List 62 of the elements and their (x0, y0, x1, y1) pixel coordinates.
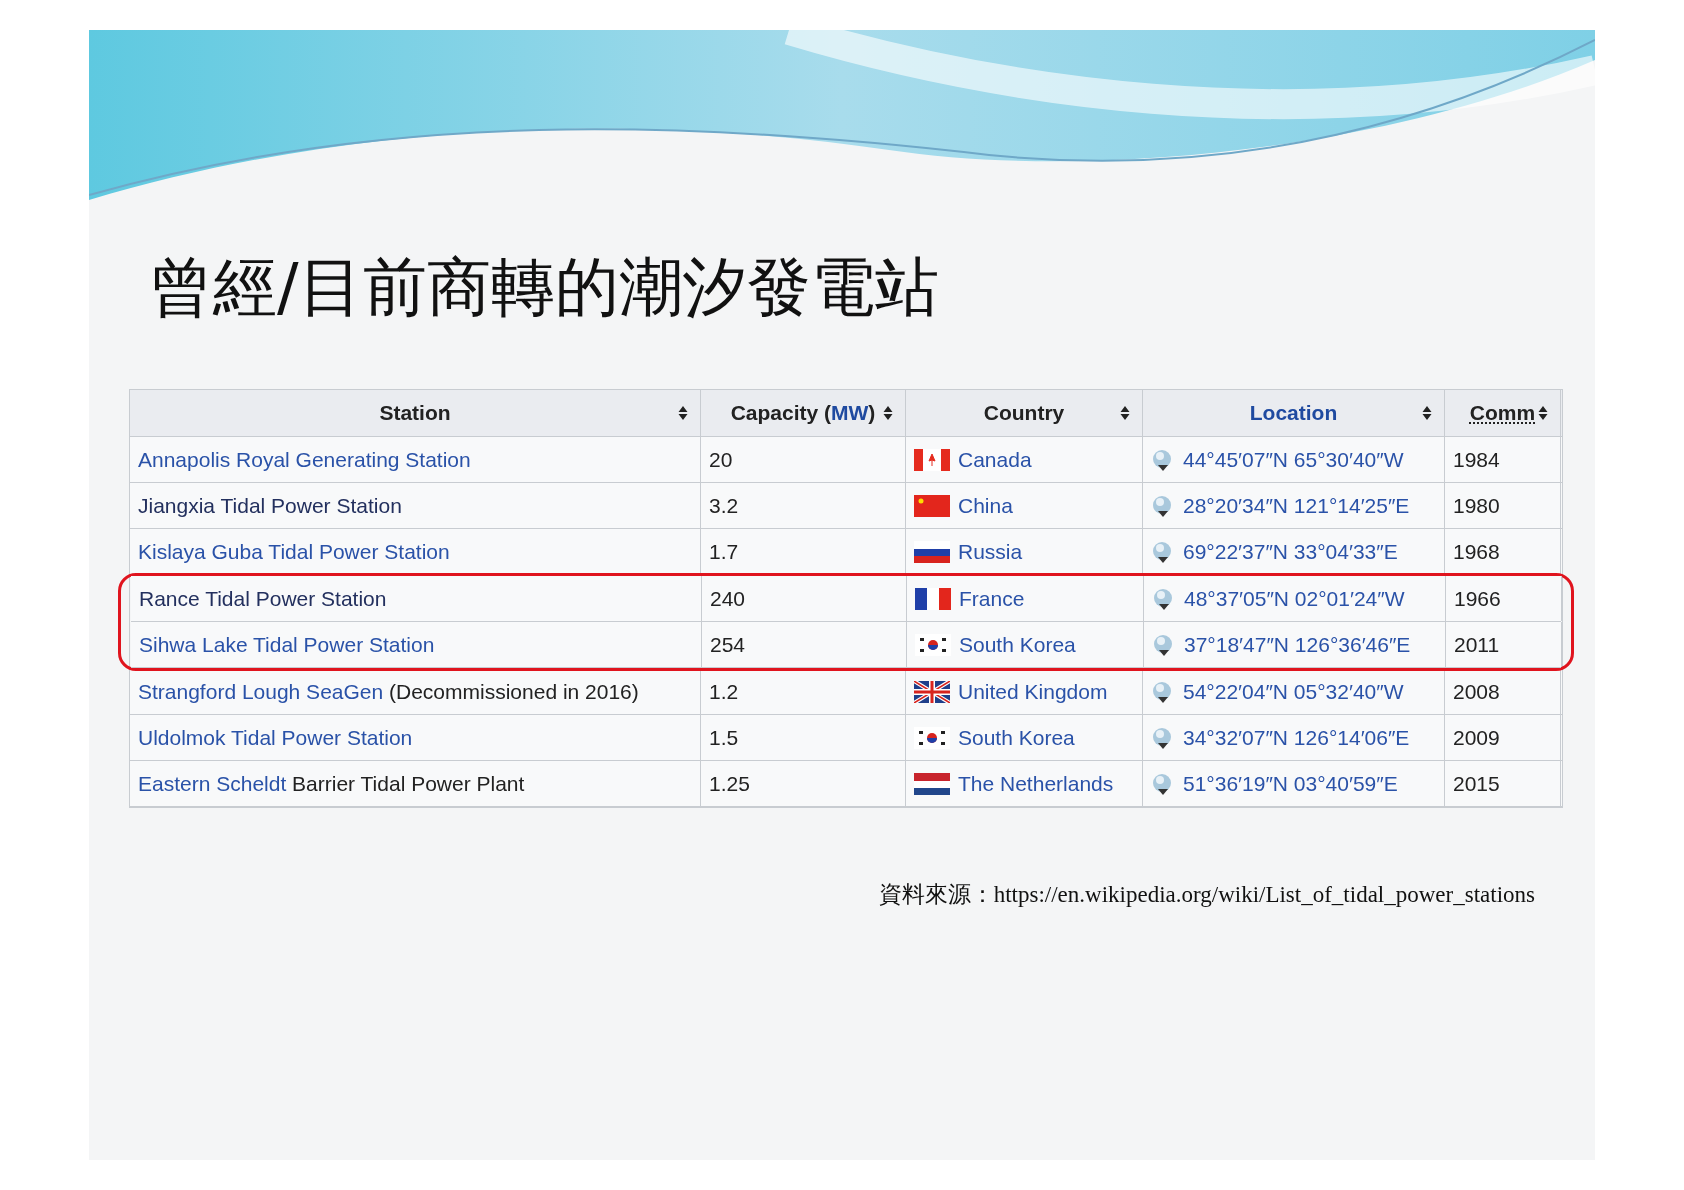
country-link[interactable]: South Korea (959, 628, 1076, 661)
flag-icon (914, 494, 950, 517)
sort-icon[interactable] (883, 405, 893, 421)
country-link[interactable]: Russia (958, 535, 1023, 568)
capacity-value: 1.5 (709, 724, 739, 751)
capacity-value: 1.2 (709, 678, 739, 705)
sort-icon[interactable] (1538, 405, 1548, 421)
station-link[interactable]: Eastern Scheldt (138, 771, 287, 795)
sort-icon[interactable] (1422, 405, 1432, 421)
coordinates-link[interactable]: 51°36′19″N 03°40′59″E (1183, 767, 1398, 800)
commissioned-year: 2009 (1453, 724, 1500, 751)
flag-icon (914, 540, 950, 563)
station-link[interactable]: Strangford Lough SeaGen (138, 679, 384, 703)
station-link[interactable]: Rance Tidal Power Station (139, 586, 387, 610)
column-header[interactable]: Comm (1469, 397, 1536, 429)
flag-icon (914, 772, 950, 795)
sort-icon[interactable] (1120, 405, 1130, 421)
coordinates-link[interactable]: 48°37′05″N 02°01′24″W (1184, 582, 1405, 615)
station-link[interactable]: Uldolmok Tidal Power Station (138, 725, 413, 749)
capacity-value: 254 (710, 631, 746, 658)
capacity-value: 1.7 (709, 538, 739, 565)
flag-icon (915, 587, 951, 610)
commissioned-year: 1966 (1454, 585, 1501, 612)
commissioned-year: 2015 (1453, 770, 1500, 797)
commissioned-year: 1968 (1453, 538, 1500, 565)
header-link[interactable]: MW (831, 401, 869, 425)
flag-icon (915, 633, 951, 656)
commissioned-year: 1980 (1453, 492, 1500, 519)
source-citation: 資料來源：https://en.wikipedia.org/wiki/List_of_tidal_power_stations (878, 881, 1535, 909)
capacity-value: 3.2 (709, 492, 739, 519)
coordinates-link[interactable]: 69°22′37″N 33°04′33″E (1183, 535, 1398, 568)
flag-icon (914, 680, 950, 703)
coordinates-link[interactable]: 34°32′07″N 126°14′06″E (1183, 721, 1410, 754)
coordinates-link[interactable]: 37°18′47″N 126°36′46″E (1184, 628, 1411, 661)
column-header[interactable]: Station (379, 397, 451, 429)
sort-icon[interactable] (678, 405, 688, 421)
country-link[interactable]: South Korea (958, 721, 1075, 754)
flag-icon (914, 448, 950, 471)
coordinates-link[interactable]: 54°22′04″N 05°32′40″W (1183, 675, 1404, 708)
column-header[interactable]: Country (983, 397, 1065, 429)
station-link[interactable]: Sihwa Lake Tidal Power Station (139, 632, 435, 656)
country-link[interactable]: France (959, 582, 1025, 615)
station-link[interactable]: Jiangxia Tidal Power Station (138, 493, 402, 517)
capacity-value: 240 (710, 585, 746, 612)
station-note: Barrier Tidal Power Plant (291, 771, 525, 795)
commissioned-year: 1984 (1453, 446, 1500, 473)
coordinates-link[interactable]: 28°20′34″N 121°14′25″E (1183, 489, 1410, 522)
capacity-value: 20 (709, 446, 733, 473)
flag-icon (914, 726, 950, 749)
country-link[interactable]: Canada (958, 443, 1032, 476)
slide-title: 曾經/目前商轉的潮汐發電站 (149, 255, 940, 319)
commissioned-year: 2011 (1454, 631, 1500, 658)
commissioned-year: 2008 (1453, 678, 1500, 705)
country-link[interactable]: The Netherlands (958, 767, 1114, 800)
station-link[interactable]: Kislaya Guba Tidal Power Station (138, 539, 450, 563)
station-note: (Decommissioned in 2016) (388, 679, 639, 703)
coordinates-link[interactable]: 44°45′07″N 65°30′40″W (1183, 443, 1404, 476)
column-header[interactable]: Capacity (MW) (730, 397, 876, 429)
station-link[interactable]: Annapolis Royal Generating Station (138, 447, 471, 471)
capacity-value: 1.25 (709, 770, 750, 797)
country-link[interactable]: United Kingdom (958, 675, 1108, 708)
country-link[interactable]: China (958, 489, 1013, 522)
